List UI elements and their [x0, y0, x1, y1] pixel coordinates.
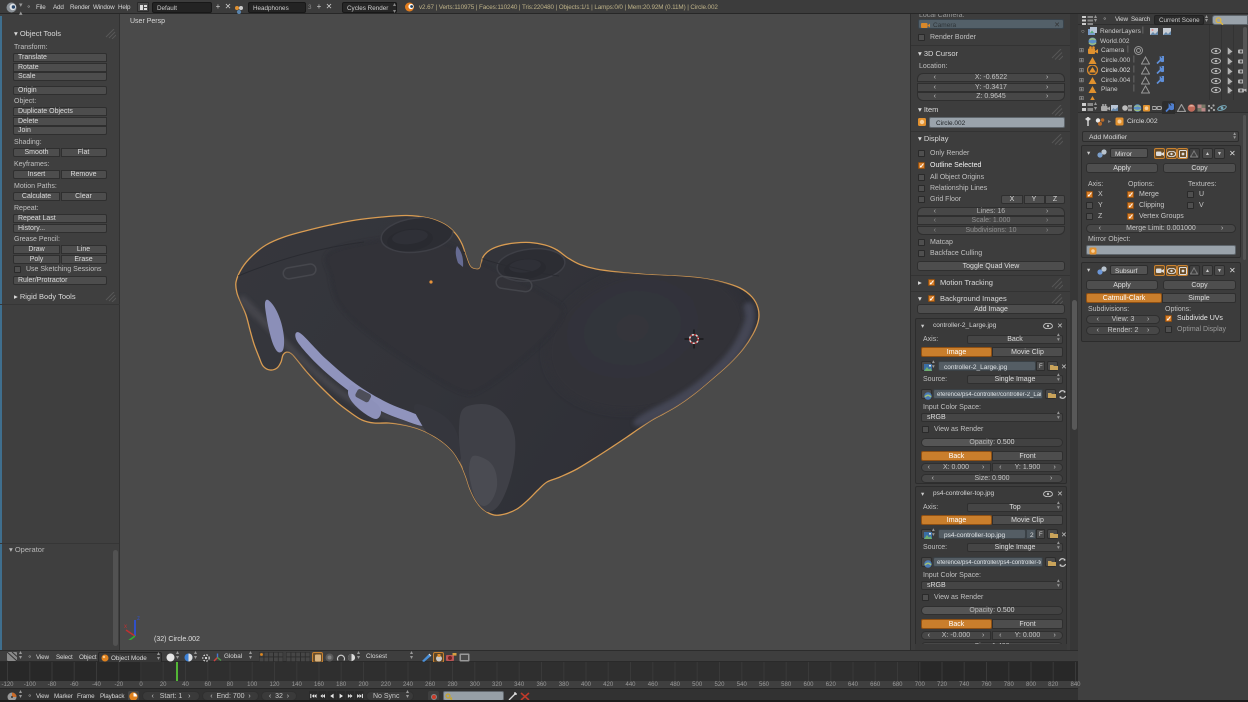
svg-text:z: z: [137, 616, 140, 622]
svg-text:x: x: [124, 624, 127, 630]
